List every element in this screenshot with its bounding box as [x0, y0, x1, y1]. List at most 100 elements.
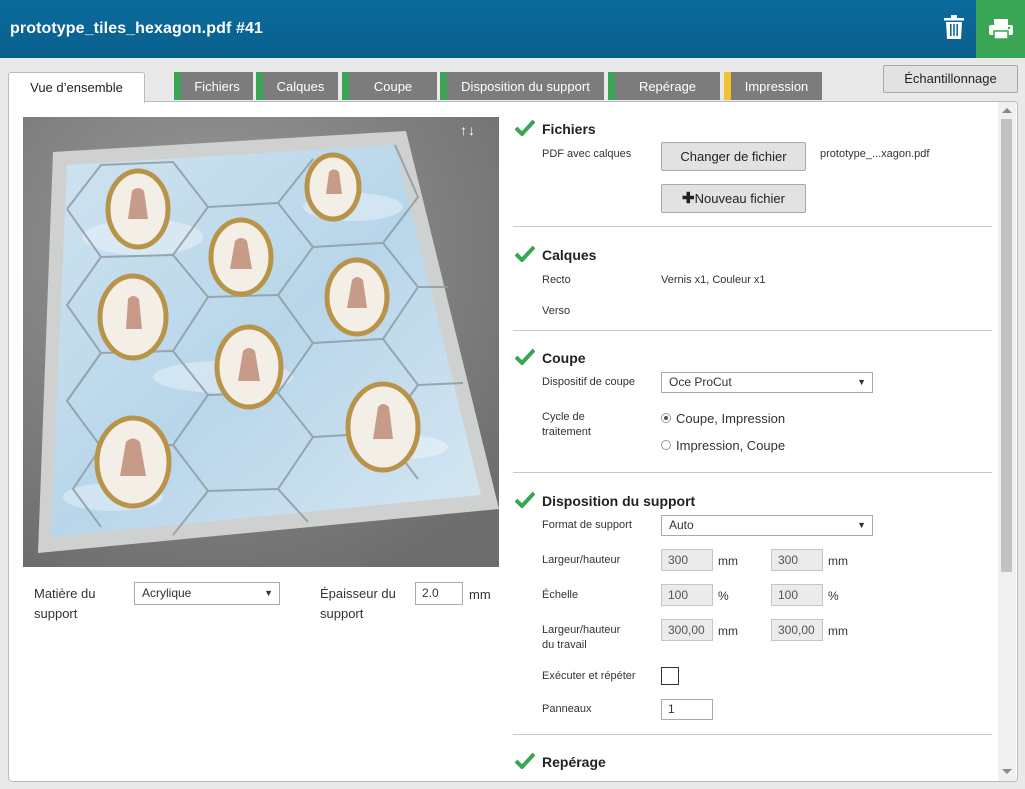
tab-status-stripe — [724, 72, 731, 100]
cycle-label-line: Cycle de — [542, 411, 585, 423]
radio-cut-print-label[interactable]: Coupe, Impression — [676, 411, 785, 426]
scroll-thumb[interactable] — [1001, 119, 1012, 572]
scroll-down-icon[interactable] — [1002, 769, 1012, 774]
tab-media-layout[interactable]: Disposition du support — [440, 72, 604, 100]
section-title-cut: Coupe — [542, 350, 586, 366]
divider — [513, 330, 992, 331]
cut-device-value: Oce ProCut — [669, 375, 732, 389]
unit-mm: mm — [718, 554, 738, 568]
cycle-label-line: traitement — [542, 426, 591, 438]
job-size-label: Largeur/hauteur du travail — [542, 623, 620, 653]
tab-label: Fichiers — [194, 79, 240, 94]
job-height-input[interactable]: 300,00 — [771, 619, 823, 641]
scale-x-input[interactable]: 100 — [661, 584, 713, 606]
section-title-layers: Calques — [542, 247, 597, 263]
flip-sides-button[interactable]: ↑↓ — [460, 122, 476, 138]
scrollbar[interactable] — [998, 102, 1016, 781]
thickness-input[interactable]: 2.0 — [415, 582, 463, 605]
material-value: Acrylique — [142, 586, 192, 600]
tab-label: Impression — [744, 79, 809, 94]
delete-button[interactable] — [935, 8, 973, 46]
change-file-button[interactable]: Changer de fichier — [661, 142, 806, 171]
pdf-label: PDF avec calques — [542, 148, 632, 160]
check-icon — [515, 245, 535, 262]
hexagon-tile-preview — [23, 117, 499, 567]
tab-layers[interactable]: Calques — [256, 72, 338, 100]
step-repeat-label: Exécuter et répéter — [542, 670, 636, 682]
material-select[interactable]: Acrylique ▼ — [134, 582, 280, 605]
media-format-value: Auto — [669, 518, 694, 532]
trash-icon — [944, 15, 964, 39]
check-icon — [515, 348, 535, 365]
panels-label: Panneaux — [542, 703, 592, 715]
new-file-button[interactable]: ✚Nouveau fichier — [661, 184, 806, 213]
section-title-registration: Repérage — [542, 754, 606, 770]
job-size-label-line: du travail — [542, 639, 587, 651]
unit-percent: % — [718, 589, 729, 603]
media-format-label: Format de support — [542, 519, 632, 531]
unit-mm: mm — [828, 554, 848, 568]
check-icon — [515, 119, 535, 136]
tab-overview[interactable]: Vue d’ensemble — [8, 72, 145, 103]
arrow-up-icon: ↑ — [460, 122, 468, 138]
caret-down-icon: ▼ — [857, 377, 866, 387]
tab-files[interactable]: Fichiers — [174, 72, 253, 100]
panels-input[interactable]: 1 — [661, 699, 713, 720]
scroll-up-icon[interactable] — [1002, 108, 1012, 113]
print-button[interactable] — [976, 0, 1025, 58]
file-name: prototype_...xagon.pdf — [820, 148, 930, 160]
tab-label: Calques — [276, 79, 325, 94]
tab-status-stripe — [342, 72, 349, 100]
recto-label: Recto — [542, 274, 571, 286]
material-label: Matière du support — [34, 586, 96, 621]
job-width-input[interactable]: 300,00 — [661, 619, 713, 641]
scale-y-input[interactable]: 100 — [771, 584, 823, 606]
radio-print-cut-label[interactable]: Impression, Coupe — [676, 438, 785, 453]
tab-cut[interactable]: Coupe — [342, 72, 437, 100]
check-icon — [515, 752, 535, 769]
thickness-unit: mm — [469, 587, 491, 602]
tab-print[interactable]: Impression — [724, 72, 822, 100]
arrow-down-icon: ↓ — [468, 122, 476, 138]
step-repeat-checkbox[interactable] — [661, 667, 679, 685]
width-input[interactable]: 300 — [661, 549, 713, 571]
divider — [513, 734, 992, 735]
unit-mm: mm — [718, 624, 738, 638]
divider — [513, 226, 992, 227]
new-file-label: Nouveau fichier — [694, 191, 785, 206]
check-icon — [515, 491, 535, 508]
media-format-select[interactable]: Auto ▼ — [661, 515, 873, 536]
thickness-label: Épaisseur du support — [320, 586, 396, 621]
size-label: Largeur/hauteur — [542, 554, 621, 566]
section-title-media-layout: Disposition du support — [542, 493, 696, 509]
divider — [513, 472, 992, 473]
tab-bar: Vue d’ensemble Fichiers Calques Coupe Di… — [0, 58, 1025, 103]
tab-status-stripe — [608, 72, 615, 100]
tab-status-stripe — [174, 72, 181, 100]
tab-registration[interactable]: Repérage — [608, 72, 720, 100]
preview-3d[interactable] — [23, 117, 499, 567]
cycle-label: Cycle de traitement — [542, 410, 591, 440]
document-title: prototype_tiles_hexagon.pdf #41 — [10, 20, 263, 37]
unit-mm: mm — [828, 624, 848, 638]
printer-icon — [988, 19, 1013, 40]
job-size-label-line: Largeur/hauteur — [542, 624, 621, 636]
plus-icon: ✚ — [682, 190, 695, 207]
cut-device-select[interactable]: Oce ProCut ▼ — [661, 372, 873, 393]
height-input[interactable]: 300 — [771, 549, 823, 571]
unit-percent: % — [828, 589, 839, 603]
tab-label: Coupe — [373, 79, 413, 94]
tab-label: Disposition du support — [461, 79, 590, 94]
caret-down-icon: ▼ — [857, 520, 866, 530]
tab-label: Repérage — [638, 79, 697, 94]
tab-status-stripe — [256, 72, 263, 100]
radio-cut-print[interactable] — [661, 413, 671, 423]
verso-label: Verso — [542, 305, 571, 317]
app-header: prototype_tiles_hexagon.pdf #41 — [0, 0, 1025, 58]
cut-device-label: Dispositif de coupe — [542, 376, 635, 388]
recto-value: Vernis x1, Couleur x1 — [661, 274, 766, 286]
sampling-button[interactable]: Échantillonnage — [883, 65, 1018, 93]
section-title-files: Fichiers — [542, 121, 596, 137]
radio-print-cut[interactable] — [661, 440, 671, 450]
tab-status-stripe — [440, 72, 447, 100]
